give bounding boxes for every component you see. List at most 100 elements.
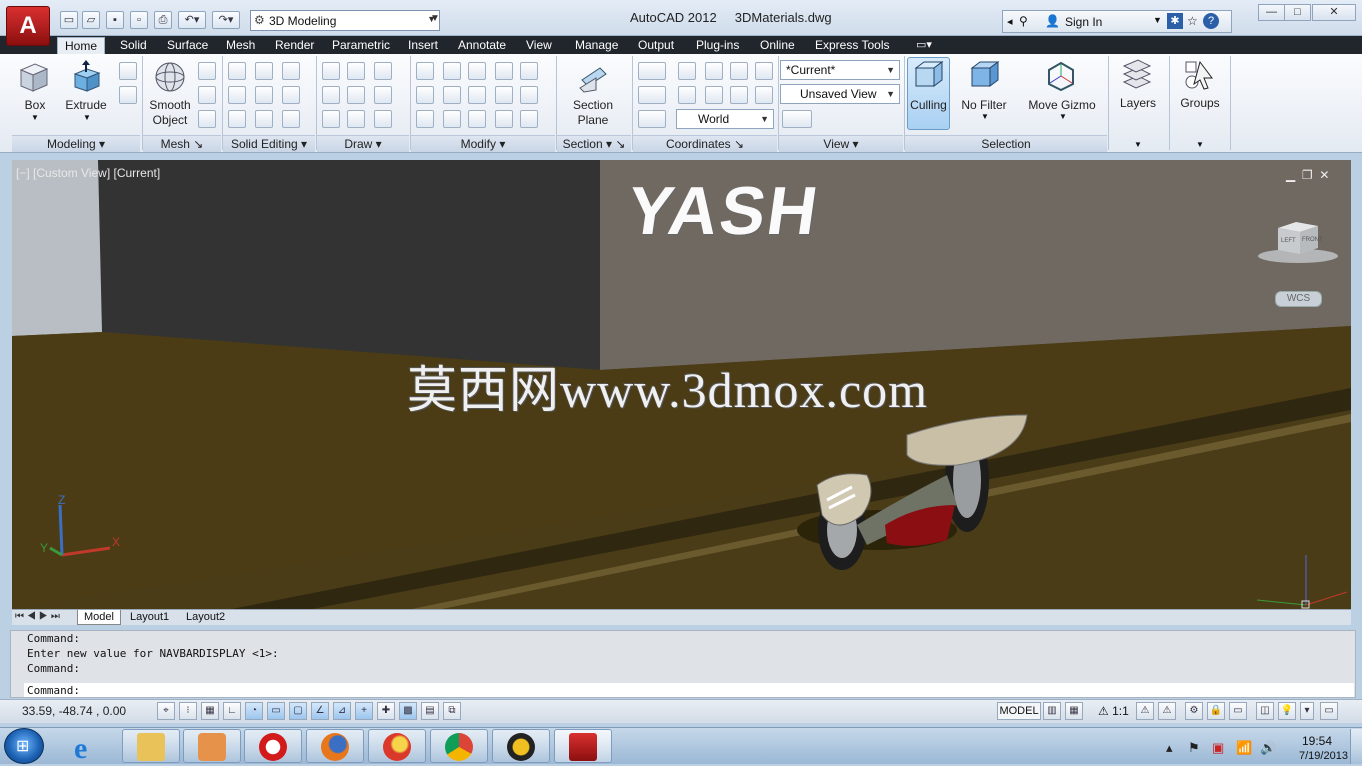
polyline-icon[interactable] [322, 62, 340, 80]
taskbar-opera[interactable] [244, 729, 302, 763]
fillet-icon[interactable] [416, 86, 434, 104]
panel-title-view[interactable]: View ▾ [779, 135, 903, 152]
viewport-controls-label[interactable]: [−] [Custom View] [Current] [16, 166, 160, 180]
isolate-objects-icon[interactable]: ◫ [1256, 702, 1274, 720]
quick-properties-icon[interactable]: ▤ [421, 702, 439, 720]
extrude-button[interactable] [69, 60, 103, 94]
chevron-down-icon[interactable]: ▼ [1153, 15, 1162, 25]
star-icon[interactable]: ☆ [1187, 14, 1198, 28]
panel-title-coordinates[interactable]: Coordinates ↘ [633, 135, 777, 152]
volume-icon[interactable]: 🔊 [1260, 740, 1276, 756]
tab-output[interactable]: Output [631, 37, 681, 54]
layers-button[interactable] [1120, 58, 1154, 92]
annotation-scale[interactable]: ⚠ 1:1 [1098, 704, 1129, 718]
dynamic-ucs-icon[interactable]: ⊿ [333, 702, 351, 720]
intersect-icon[interactable] [228, 110, 246, 128]
ucs-view-icon[interactable] [755, 62, 773, 80]
chevron-down-icon[interactable]: ▼ [1059, 112, 1067, 121]
3d-move-icon[interactable] [468, 62, 486, 80]
3d-align-icon[interactable] [443, 110, 461, 128]
tab-express-tools[interactable]: Express Tools [808, 37, 896, 54]
ucs-icon[interactable] [638, 62, 666, 80]
tab-layout2[interactable]: Layout2 [180, 610, 231, 625]
smooth-less-icon[interactable] [198, 86, 216, 104]
taskbar-podcast[interactable] [492, 729, 550, 763]
viewport-config-icon[interactable] [782, 110, 812, 128]
groups-button[interactable] [1182, 58, 1216, 92]
viewport-restore-icon[interactable]: ❐ [1302, 168, 1313, 182]
section-plane-button[interactable] [576, 60, 610, 94]
ucs-x-icon[interactable] [678, 62, 696, 80]
panel-title-draw[interactable]: Draw ▾ [317, 135, 409, 152]
internet-explorer-icon[interactable]: e [70, 730, 106, 765]
rectangle-icon[interactable] [347, 110, 365, 128]
panel-title-solid-editing[interactable]: Solid Editing ▾ [223, 135, 315, 152]
tab-layout1[interactable]: Layout1 [124, 610, 175, 625]
refine-mesh-icon[interactable] [198, 110, 216, 128]
separate-icon[interactable] [282, 110, 300, 128]
workspace-dropdown[interactable]: ⚙ 3D Modeling ▼ [250, 10, 440, 31]
ucs-z-icon[interactable] [730, 62, 748, 80]
save-as-icon[interactable]: ▫ [130, 11, 148, 29]
thicken-icon[interactable] [255, 110, 273, 128]
print-icon[interactable]: ⎙ [154, 11, 172, 29]
arc-icon[interactable] [374, 62, 392, 80]
object-snap-tracking-icon[interactable]: ∠ [311, 702, 329, 720]
open-file-icon[interactable]: ▱ [82, 11, 100, 29]
tab-solid[interactable]: Solid [113, 37, 154, 54]
helix-icon[interactable] [347, 62, 365, 80]
security-icon[interactable]: ▣ [1212, 740, 1224, 756]
smooth-more-icon[interactable] [198, 62, 216, 80]
snap-mode-icon[interactable]: ⁝ [179, 702, 197, 720]
panel-title-mesh[interactable]: Mesh ↘ [143, 135, 221, 152]
help-icon[interactable]: ? [1203, 13, 1219, 29]
sign-in-link[interactable]: Sign In [1065, 15, 1102, 29]
coordinate-readout[interactable]: 33.59, -48.74 , 0.00 [22, 704, 126, 718]
redo-icon[interactable]: ↷▾ [212, 11, 240, 29]
show-hidden-icons-icon[interactable]: ▴ [1166, 740, 1173, 756]
3d-rotate-icon[interactable] [443, 62, 461, 80]
panel-title-modify[interactable]: Modify ▾ [411, 135, 555, 152]
taskbar-explorer[interactable] [122, 729, 180, 763]
command-input[interactable] [24, 683, 1354, 697]
clock-time[interactable]: 19:54 [1302, 734, 1332, 748]
ucs-world-dropdown[interactable]: World ▼ [676, 109, 774, 129]
3d-mirror-icon[interactable] [443, 86, 461, 104]
taskbar-autocad[interactable] [554, 729, 612, 763]
chevron-down-icon[interactable]: ▼ [981, 112, 989, 121]
lineweight-icon[interactable]: ✚ [377, 702, 395, 720]
trim-icon[interactable] [520, 62, 538, 80]
chevron-down-icon[interactable]: ▼ [1196, 140, 1204, 149]
rotate-icon[interactable] [468, 86, 486, 104]
tab-model[interactable]: Model [77, 610, 121, 625]
undo-icon[interactable]: ↶▾ [178, 11, 206, 29]
array-icon[interactable] [495, 62, 513, 80]
3d-osnap-icon[interactable]: ▢ [289, 702, 307, 720]
chamfer-icon[interactable] [520, 86, 538, 104]
quick-view-layouts-icon[interactable]: ▥ [1043, 702, 1061, 720]
ucs-prev-icon[interactable] [678, 86, 696, 104]
erase-icon[interactable] [416, 110, 434, 128]
ucs-named-icon[interactable] [638, 110, 666, 128]
status-menu-icon[interactable]: ▾ [1300, 702, 1314, 720]
no-filter-button[interactable] [968, 60, 1000, 92]
union-icon[interactable] [228, 62, 246, 80]
application-menu-button[interactable]: A [6, 6, 50, 46]
polysolid-icon[interactable] [119, 86, 137, 104]
lock-icon[interactable]: 🔒 [1207, 702, 1225, 720]
infer-constraints-icon[interactable]: ⌖ [157, 702, 175, 720]
spline-icon[interactable] [322, 86, 340, 104]
rect-array-icon[interactable] [520, 110, 538, 128]
tab-surface[interactable]: Surface [160, 37, 215, 54]
model-space-toggle[interactable]: MODEL [997, 702, 1041, 720]
clean-screen-icon[interactable]: ▭ [1320, 702, 1338, 720]
named-view-dropdown[interactable]: Unsaved View ▼ [780, 84, 900, 104]
tab-plug-ins[interactable]: Plug-ins [689, 37, 746, 54]
new-file-icon[interactable]: ▭ [60, 11, 78, 29]
quick-view-drawings-icon[interactable]: ▦ [1065, 702, 1083, 720]
show-desktop-button[interactable] [1350, 729, 1362, 764]
grid-display-icon[interactable]: ▦ [201, 702, 219, 720]
offset-icon[interactable] [495, 86, 513, 104]
maximize-button[interactable]: □ [1284, 4, 1311, 21]
ortho-mode-icon[interactable]: ∟ [223, 702, 241, 720]
